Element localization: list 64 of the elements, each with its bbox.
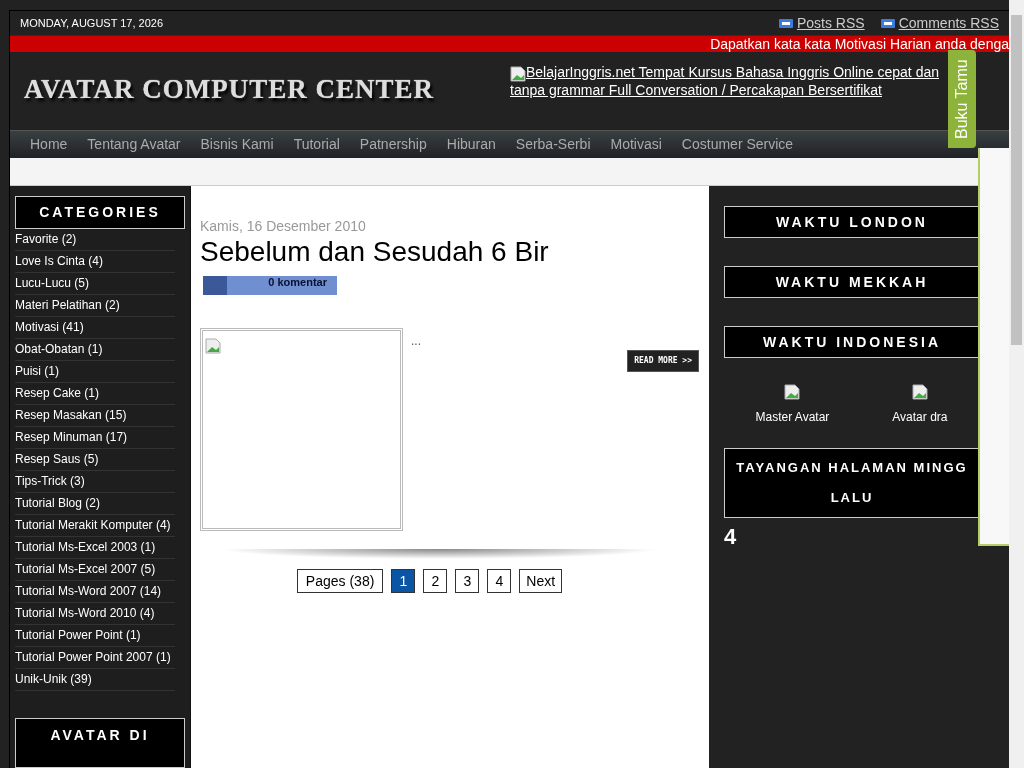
- nav-link[interactable]: Home: [20, 133, 78, 155]
- page-link[interactable]: Next: [519, 568, 563, 593]
- broken-image-icon: [205, 337, 221, 354]
- scrollbar[interactable]: [1009, 0, 1024, 768]
- pages-label: Pages (38): [296, 568, 384, 593]
- page-link[interactable]: 3: [455, 568, 480, 593]
- profile-name[interactable]: Avatar dra: [892, 408, 948, 426]
- nav-link[interactable]: Costumer Service: [671, 133, 804, 155]
- category-link[interactable]: Tutorial Power Point 2007 (1): [15, 647, 175, 669]
- site-logo[interactable]: AVATAR COMPUTER CENTER: [24, 74, 435, 105]
- category-link[interactable]: Favorite (2): [15, 229, 175, 251]
- category-link[interactable]: Unik-Unik (39): [15, 669, 175, 691]
- page-link[interactable]: 1: [391, 568, 416, 593]
- category-link[interactable]: Resep Cake (1): [15, 383, 175, 405]
- category-link[interactable]: Puisi (1): [15, 361, 175, 383]
- category-link[interactable]: Tutorial Blog (2): [15, 493, 175, 515]
- nav-link[interactable]: Bisnis Kami: [190, 133, 284, 155]
- broken-image-icon: [784, 384, 801, 400]
- feed-link[interactable]: Comments RSS: [898, 12, 999, 34]
- profile-name[interactable]: Master Avatar: [755, 408, 830, 426]
- category-link[interactable]: Tutorial Ms-Excel 2007 (5): [15, 559, 175, 581]
- nav-link[interactable]: Serba-Serbi: [505, 133, 601, 155]
- category-link[interactable]: Resep Minuman (17): [15, 427, 175, 449]
- post-excerpt: ...: [411, 332, 421, 350]
- post-title[interactable]: Sebelum dan Sesudah 6 Bir: [200, 237, 699, 268]
- category-link[interactable]: Tutorial Power Point (1): [15, 625, 175, 647]
- ad-link[interactable]: BelajarInggris.net Tempat Kursus Bahasa Inggris Online cepat dan tanpa grammar Full Conversation / Percakapan Bersertifikat: [510, 64, 942, 99]
- nav-link[interactable]: Tutorial: [283, 133, 350, 155]
- widget-title: WAKTU MEKKAH: [724, 266, 979, 298]
- read-more-button[interactable]: READ MORE >>: [627, 349, 699, 372]
- page-link[interactable]: 2: [423, 568, 448, 593]
- nav-link[interactable]: Patnership: [349, 133, 437, 155]
- broken-image-icon: [510, 65, 526, 82]
- category-link[interactable]: Tutorial Ms-Excel 2003 (1): [15, 537, 175, 559]
- widget-title: WAKTU INDONESIA: [724, 326, 979, 358]
- category-link[interactable]: Tips-Trick (3): [15, 471, 175, 493]
- post-date: Kamis, 16 Desember 2010: [200, 217, 367, 236]
- category-link[interactable]: Obat-Obatan (1): [15, 339, 175, 361]
- category-link[interactable]: Lucu-Lucu (5): [15, 273, 175, 295]
- page-link[interactable]: 4: [487, 568, 512, 593]
- category-link[interactable]: Tutorial Merakit Komputer (4): [15, 515, 175, 537]
- ticker-text: Dapatkan kata kata Motivasi Harian anda denga: [710, 36, 1009, 53]
- category-link[interactable]: Tutorial Ms-Word 2007 (14): [15, 581, 175, 603]
- rss-icon: [778, 18, 793, 28]
- nav-link[interactable]: Motivasi: [600, 133, 672, 155]
- category-link[interactable]: Love Is Cinta (4): [15, 251, 175, 273]
- widget-title: AVATAR DI: [15, 718, 185, 768]
- share-icon[interactable]: [203, 275, 227, 295]
- broken-image-icon: [911, 384, 928, 400]
- category-link[interactable]: Materi Pelatihan (2): [15, 295, 175, 317]
- widget-title: CATEGORIES: [15, 196, 185, 229]
- nav-link[interactable]: Tentang Avatar: [77, 133, 191, 155]
- pageview-count: 4: [724, 523, 738, 551]
- rss-icon: [880, 18, 895, 28]
- feed-link[interactable]: Posts RSS: [796, 12, 865, 34]
- category-link[interactable]: Tutorial Ms-Word 2010 (4): [15, 603, 175, 625]
- category-link[interactable]: Motivasi (41): [15, 317, 175, 339]
- comment-link[interactable]: 0 komentar: [227, 275, 337, 295]
- widget-title: TAYANGAN HALAMAN MINGG LALU: [724, 448, 979, 518]
- date-text: MONDAY, AUGUST 17, 2026: [20, 15, 164, 31]
- nav-link[interactable]: Hiburan: [436, 133, 506, 155]
- category-link[interactable]: Resep Saus (5): [15, 449, 175, 471]
- category-link[interactable]: Resep Masakan (15): [15, 405, 175, 427]
- widget-title: WAKTU LONDON: [724, 206, 979, 238]
